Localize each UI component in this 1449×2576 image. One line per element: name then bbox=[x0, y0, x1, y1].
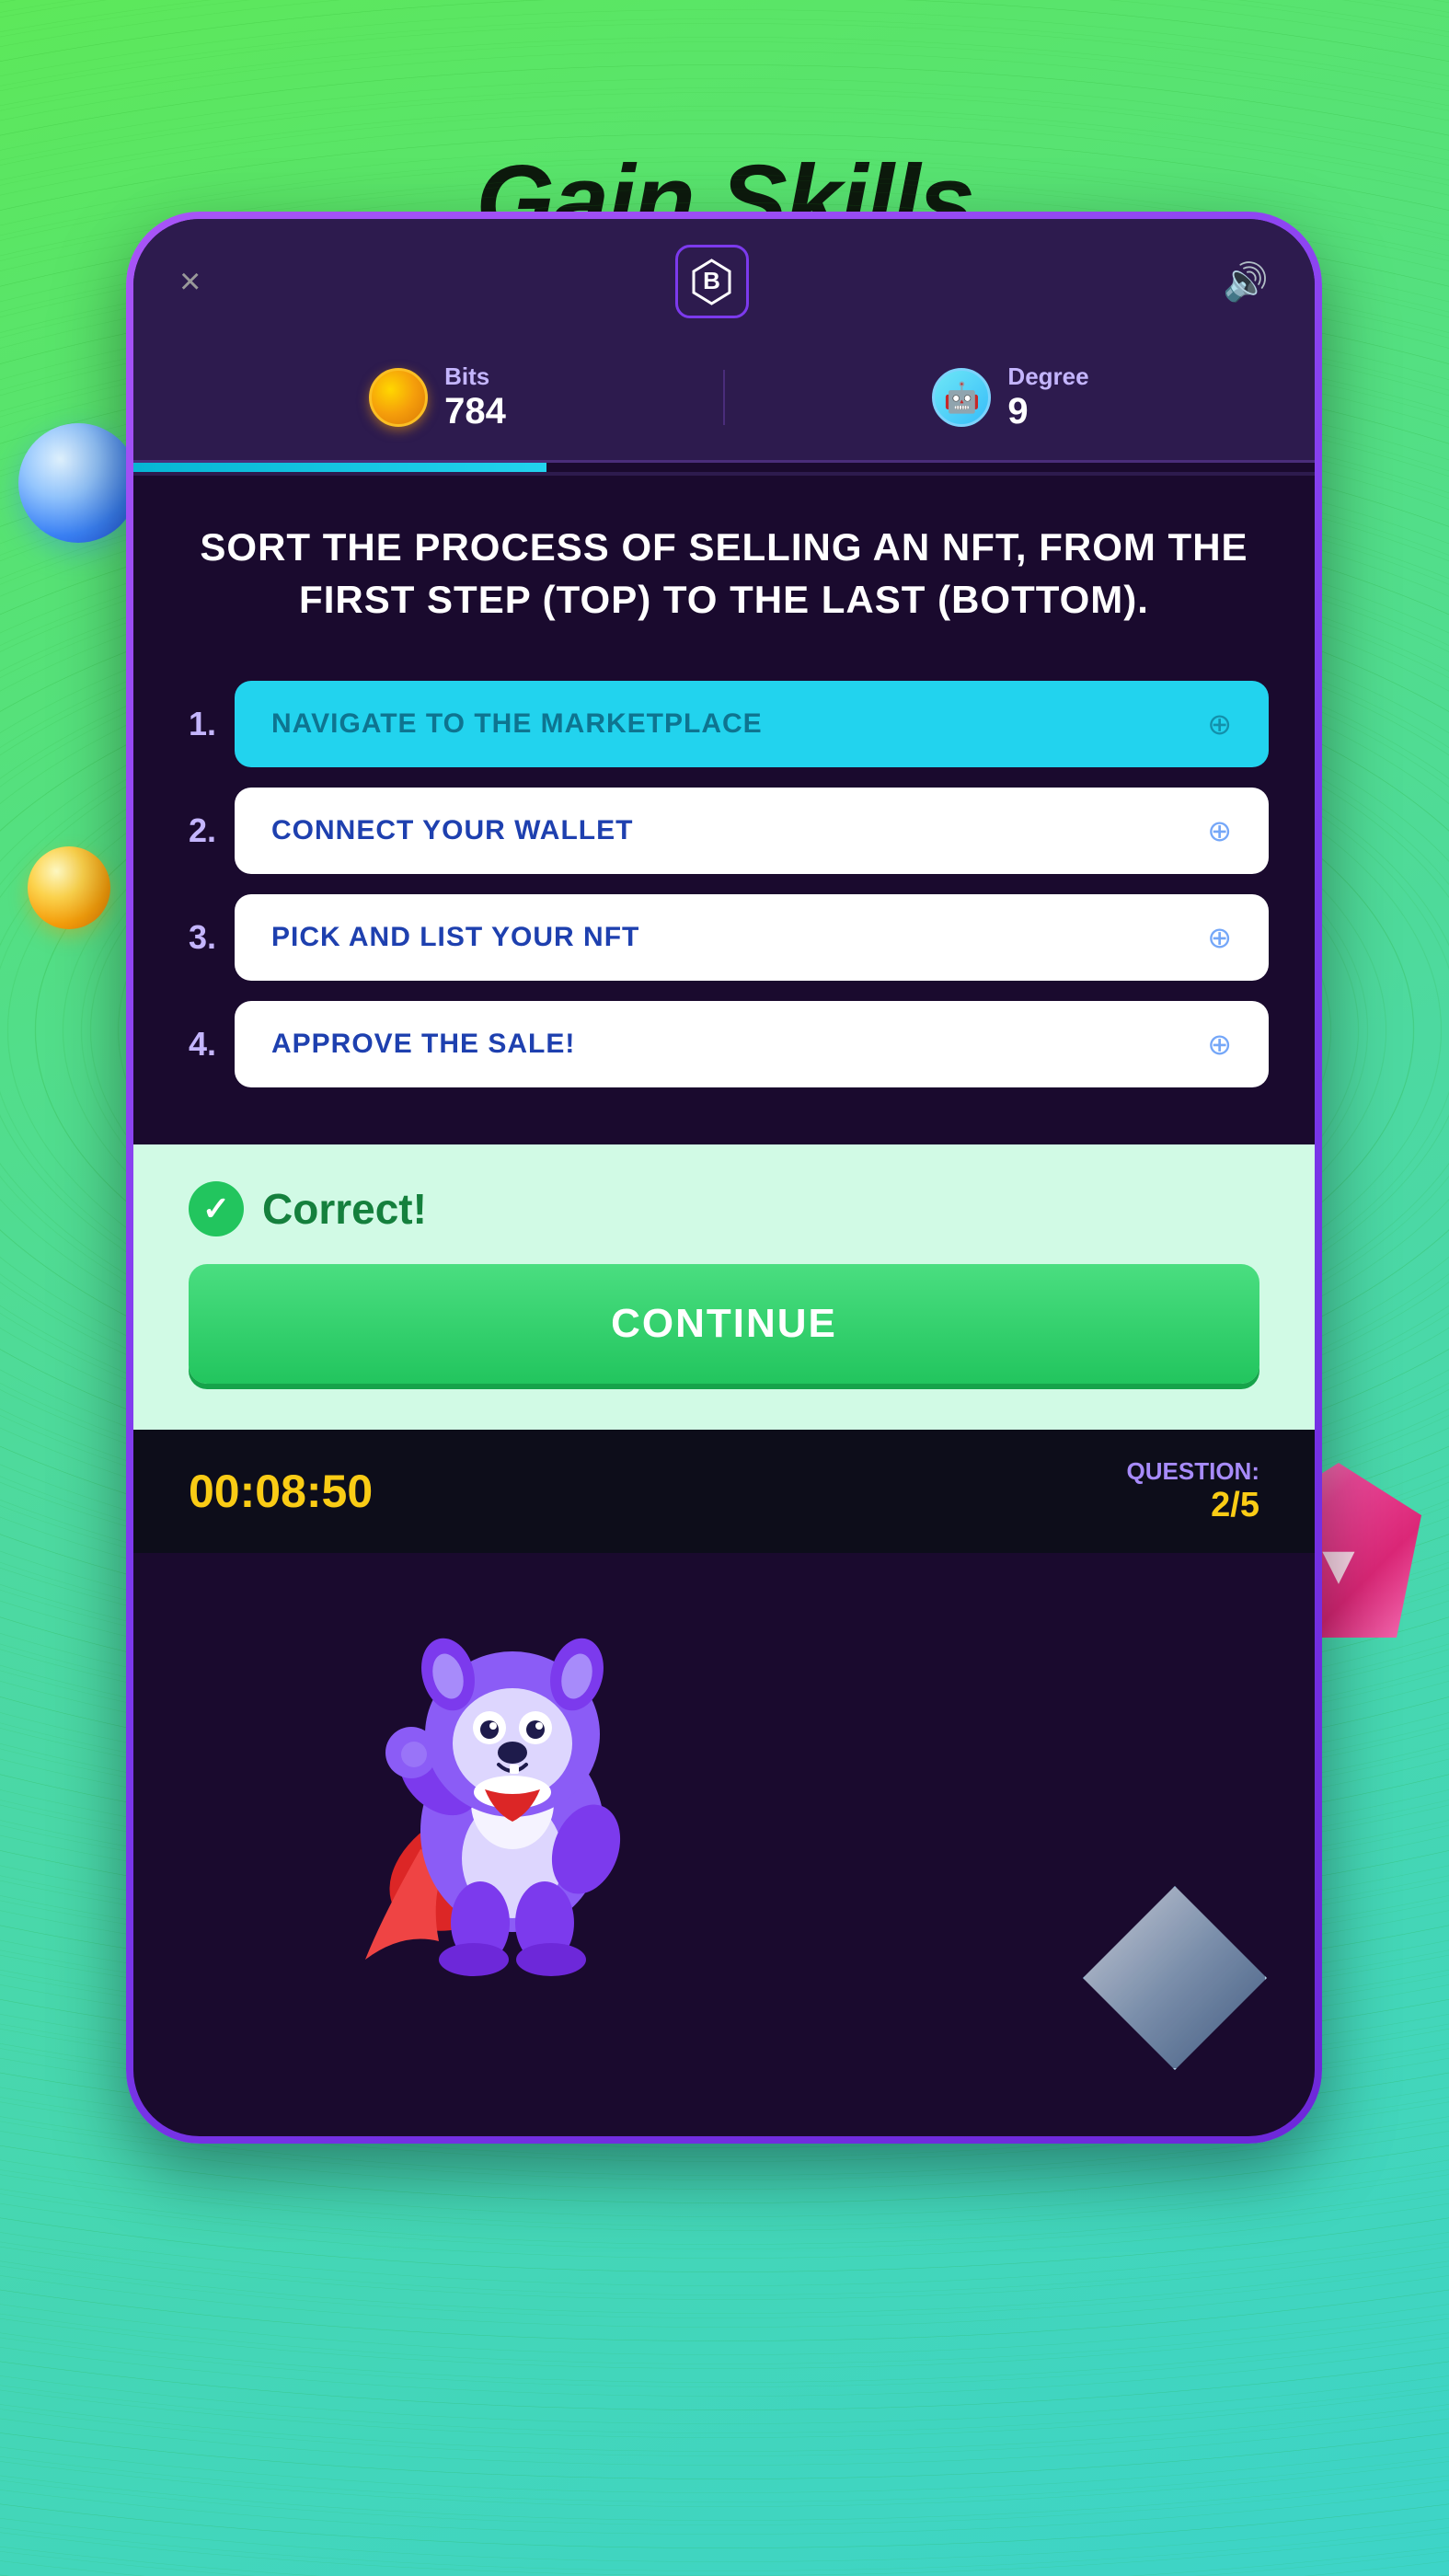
sort-number-2: 2. bbox=[179, 811, 216, 850]
degree-value: 9 bbox=[1007, 391, 1088, 432]
svg-text:B: B bbox=[703, 267, 720, 294]
feedback-area: ✓ Correct! CONTINUE bbox=[133, 1144, 1315, 1430]
bits-info: Bits 784 bbox=[444, 362, 506, 432]
sort-row-4: 4. APPROVE THE SALE! ⊕ bbox=[179, 1001, 1269, 1087]
sort-item-text-2: CONNECT YOUR WALLET bbox=[271, 815, 633, 846]
degree-stat: 🤖 Degree 9 bbox=[762, 362, 1259, 432]
sound-icon[interactable]: 🔊 bbox=[1223, 260, 1269, 304]
crystal-decoration bbox=[1083, 1886, 1267, 2070]
continue-button[interactable]: CONTINUE bbox=[189, 1264, 1259, 1384]
drag-icon-1: ⊕ bbox=[1207, 707, 1232, 742]
sort-row-3: 3. PICK AND LIST YOUR NFT ⊕ bbox=[179, 894, 1269, 981]
sort-item-1[interactable]: NAVIGATE TO THE MARKETPLACE ⊕ bbox=[235, 681, 1269, 767]
sort-number-3: 3. bbox=[179, 918, 216, 957]
stats-bar: Bits 784 🤖 Degree 9 bbox=[133, 344, 1315, 463]
phone-border: × B 🔊 Bits 784 bbox=[126, 212, 1322, 2144]
sort-number-1: 1. bbox=[179, 705, 216, 743]
progress-container bbox=[133, 463, 1315, 476]
sort-item-text-3: PICK AND LIST YOUR NFT bbox=[271, 922, 639, 953]
check-icon: ✓ bbox=[189, 1181, 244, 1236]
sort-item-4[interactable]: APPROVE THE SALE! ⊕ bbox=[235, 1001, 1269, 1087]
sort-item-text-1: NAVIGATE TO THE MARKETPLACE bbox=[271, 708, 763, 740]
correct-text: Correct! bbox=[262, 1184, 427, 1234]
sort-area: 1. NAVIGATE TO THE MARKETPLACE ⊕ 2. CONN… bbox=[133, 662, 1315, 1144]
sort-row-1: 1. NAVIGATE TO THE MARKETPLACE ⊕ bbox=[179, 681, 1269, 767]
app-logo: B bbox=[675, 245, 749, 318]
bits-stat: Bits 784 bbox=[189, 362, 686, 432]
degree-avatar: 🤖 bbox=[932, 368, 991, 427]
question-text: SORT THE PROCESS OF SELLING AN NFT, FROM… bbox=[189, 522, 1259, 626]
phone-mockup: × B 🔊 Bits 784 bbox=[126, 212, 1322, 2144]
bits-value: 784 bbox=[444, 391, 506, 432]
sort-item-text-4: APPROVE THE SALE! bbox=[271, 1029, 575, 1060]
drag-icon-3: ⊕ bbox=[1207, 920, 1232, 955]
timer: 00:08:50 bbox=[189, 1465, 373, 1518]
close-button[interactable]: × bbox=[179, 261, 201, 303]
degree-info: Degree 9 bbox=[1007, 362, 1088, 432]
drag-icon-2: ⊕ bbox=[1207, 813, 1232, 848]
bits-label: Bits bbox=[444, 362, 506, 391]
progress-bar bbox=[133, 463, 1315, 472]
sort-number-4: 4. bbox=[179, 1025, 216, 1064]
question-area: SORT THE PROCESS OF SELLING AN NFT, FROM… bbox=[133, 476, 1315, 662]
mascot-dog bbox=[310, 1592, 696, 1978]
sphere-decoration-blue bbox=[18, 423, 138, 543]
degree-label: Degree bbox=[1007, 362, 1088, 391]
sort-row-2: 2. CONNECT YOUR WALLET ⊕ bbox=[179, 788, 1269, 874]
bottom-bar: 00:08:50 QUESTION: 2/5 bbox=[133, 1430, 1315, 1553]
sort-item-3[interactable]: PICK AND LIST YOUR NFT ⊕ bbox=[235, 894, 1269, 981]
drag-icon-4: ⊕ bbox=[1207, 1027, 1232, 1062]
sphere-decoration-gold bbox=[28, 846, 110, 929]
question-label: QUESTION: bbox=[1127, 1457, 1259, 1486]
correct-badge: ✓ Correct! bbox=[189, 1181, 1259, 1236]
question-count: QUESTION: 2/5 bbox=[1127, 1457, 1259, 1525]
header-bar: × B 🔊 bbox=[133, 219, 1315, 344]
progress-fill bbox=[133, 463, 546, 472]
question-number: 2/5 bbox=[1127, 1486, 1259, 1525]
sort-item-2[interactable]: CONNECT YOUR WALLET ⊕ bbox=[235, 788, 1269, 874]
coin-icon bbox=[369, 368, 428, 427]
stat-divider bbox=[723, 370, 725, 425]
